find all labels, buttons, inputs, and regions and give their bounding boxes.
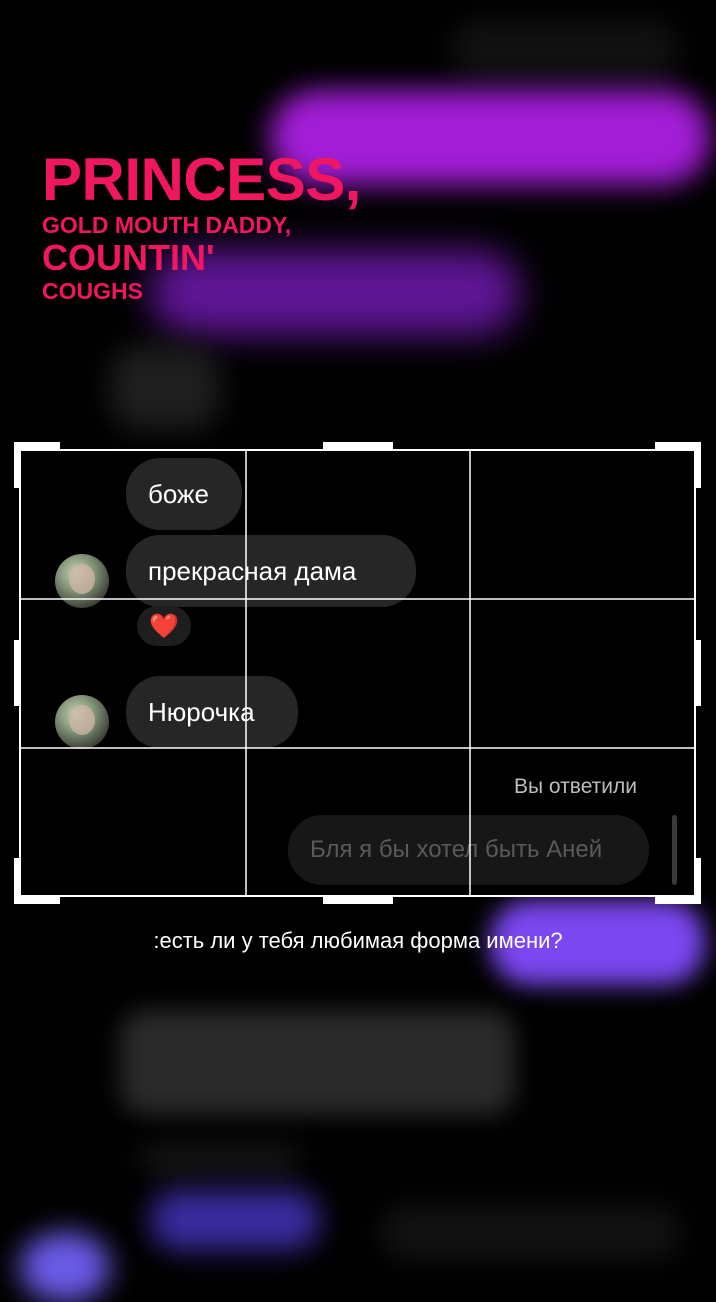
crop-edge-handle[interactable] xyxy=(694,640,701,706)
lyrics-line: COUNTIN' xyxy=(42,237,215,278)
background-blur-gray-bubble xyxy=(120,1010,515,1115)
crop-corner-handle[interactable] xyxy=(14,858,21,904)
crop-frame[interactable]: боже прекрасная дама ❤️ Нюрочка Вы ответ… xyxy=(14,442,701,904)
background-blur xyxy=(380,1205,680,1260)
lyrics-line: PRINCESS, xyxy=(42,146,361,213)
crop-corner-handle[interactable] xyxy=(14,442,21,488)
background-blur xyxy=(450,20,680,80)
crop-corner-handle[interactable] xyxy=(694,858,701,904)
crop-edge-handle[interactable] xyxy=(14,640,21,706)
background-blur-purple-bubble xyxy=(150,1190,320,1250)
lyrics-overlay: PRINCESS, GOLD MOUTH DADDY, COUNTIN' COU… xyxy=(42,150,361,303)
crop-edge-handle[interactable] xyxy=(323,897,393,904)
crop-corner-handle[interactable] xyxy=(694,442,701,488)
background-blur xyxy=(140,1145,300,1175)
background-blur-circle xyxy=(20,1232,110,1302)
background-blur-gray-bubble xyxy=(110,345,220,430)
subtitle-caption: :есть ли у тебя любимая форма имени? xyxy=(153,928,563,953)
lyrics-line: COUGHS xyxy=(42,278,143,304)
crop-edge-handle[interactable] xyxy=(323,442,393,449)
lyrics-line: GOLD MOUTH DADDY, xyxy=(42,212,292,238)
crop-border xyxy=(19,449,696,897)
